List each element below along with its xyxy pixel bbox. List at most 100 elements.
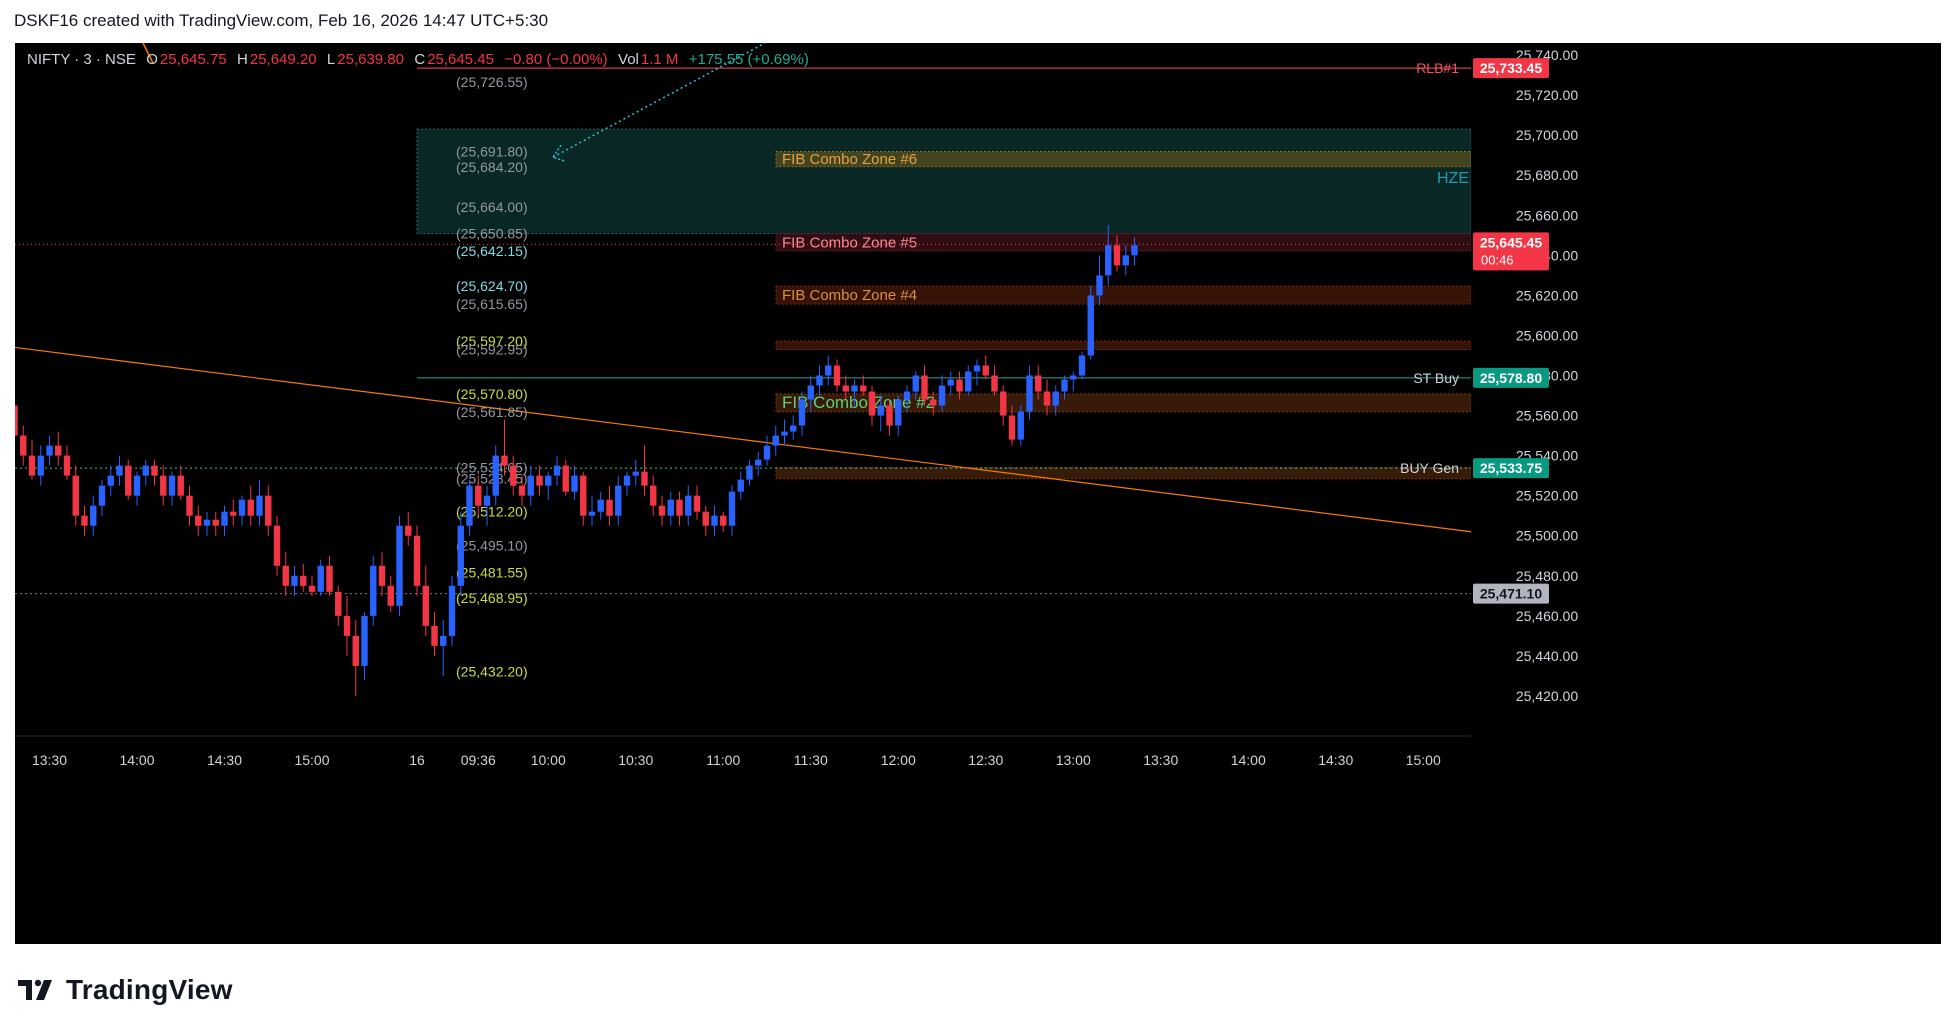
level-name-label: BUY Gen [1400, 460, 1459, 476]
candle-body [790, 425, 797, 432]
candle-body [728, 491, 736, 526]
candle-body [107, 475, 114, 486]
candle-body [238, 499, 246, 516]
candle-body [1122, 255, 1129, 266]
ohlc-legend: NIFTY · 3 · NSE O 25,645.75 H 25,649.20 L2… [27, 51, 811, 68]
symbol-label[interactable]: NIFTY · 3 · NSE [27, 51, 136, 68]
candle-body [63, 455, 71, 476]
candle-body [763, 445, 771, 460]
fib-zone-label: FIB Combo Zone #5 [782, 234, 917, 251]
candle-body [247, 499, 254, 516]
candle-body [352, 635, 359, 666]
candle-body [116, 465, 123, 476]
candle-body [133, 475, 141, 496]
x-tick-label: 13:30 [32, 752, 67, 768]
y-tick-label: 25,600.00 [1516, 327, 1578, 343]
candle-body [510, 465, 517, 486]
level-price-label: (25,570.80) [456, 386, 528, 402]
candle-body [965, 371, 972, 392]
y-tick-label: 25,620.00 [1516, 287, 1578, 303]
level-price-label: (25,592.95) [456, 342, 528, 358]
candle-body [1113, 245, 1121, 266]
candle-body [982, 365, 989, 376]
price-badge-label: 25,578.80 [1480, 370, 1542, 386]
open-value: 25,645.75 [159, 51, 227, 68]
candle-body [877, 405, 884, 416]
level-name-label: RLB#1 [1416, 60, 1459, 76]
hze-label: HZE [1437, 170, 1469, 187]
candle-body [203, 519, 211, 526]
y-tick-label: 25,500.00 [1516, 528, 1578, 544]
level-price-label: (25,495.10) [456, 538, 528, 554]
candle-body [431, 625, 438, 646]
level-price-label: (25,642.15) [456, 243, 528, 259]
x-tick-label: 14:30 [207, 752, 242, 768]
candle-body [370, 565, 377, 616]
candle-body [343, 615, 351, 636]
candle-body [1131, 245, 1138, 256]
candle-body [816, 375, 823, 386]
candle-body [186, 495, 193, 516]
level-price-label: (25,468.95) [456, 590, 528, 606]
candle-body [378, 565, 386, 586]
y-tick-label: 25,480.00 [1516, 568, 1578, 584]
candle-body [772, 435, 779, 446]
candle-body [912, 375, 919, 392]
candle-body [1061, 379, 1068, 392]
level-price-label: (25,726.55) [456, 74, 528, 90]
y-tick-label: 25,560.00 [1516, 408, 1578, 424]
open-key: O [146, 51, 158, 68]
price-chart[interactable]: HZE FIB Combo Zone #6 FIB Combo Zone #5 FIB… [15, 43, 1941, 944]
low-value: 25,639.80 [337, 51, 404, 68]
snapshot-caption: DSKF16 created with TradingView.com, Feb… [14, 11, 549, 30]
candle-body [300, 575, 307, 586]
candle-body [755, 459, 762, 466]
candle-body [720, 515, 727, 526]
level-price-label: (25,481.55) [456, 565, 528, 581]
y-tick-label: 25,680.00 [1516, 167, 1578, 183]
candle-body [1087, 295, 1094, 356]
volume-key: Vol [618, 51, 639, 68]
candle-body [938, 385, 946, 406]
candle-body [396, 525, 403, 606]
candle-body [553, 465, 561, 476]
x-tick-label: 13:30 [1143, 752, 1178, 768]
fib-zone-label: FIB Combo Zone #4 [782, 287, 917, 304]
candle-body [597, 499, 604, 512]
level-price-label: (25,684.20) [456, 159, 528, 175]
chart-panel[interactable]: HZE FIB Combo Zone #6 FIB Combo Zone #5 FIB… [15, 43, 1941, 944]
x-tick-label: 11:30 [794, 752, 828, 768]
x-tick-label: 15:00 [1406, 752, 1441, 768]
snapshot-header: DSKF16 created with TradingView.com, Feb… [0, 0, 1950, 43]
price-badge-label: 25,533.75 [1480, 460, 1542, 476]
candle-body [195, 515, 202, 526]
level-price-label: (25,691.80) [456, 144, 528, 160]
candle-body [895, 399, 902, 426]
candle-body [160, 475, 167, 496]
level-name-label: ST Buy [1413, 370, 1459, 386]
candle-body [641, 471, 648, 486]
candle-body [98, 485, 106, 506]
candle-body [886, 405, 893, 426]
candle-body [422, 585, 429, 626]
candle-body [151, 465, 158, 476]
candle-body [273, 525, 281, 566]
level-price-label: (25,561.85) [456, 404, 528, 420]
x-tick-label: 13:00 [1056, 752, 1091, 768]
candle-body [1008, 415, 1016, 440]
candle-body [545, 475, 552, 486]
candle-body [405, 525, 412, 536]
candle-body [335, 591, 342, 616]
candle-body [457, 525, 464, 586]
level-price-label: (25,432.20) [456, 664, 528, 680]
tradingview-logo[interactable]: TradingView [18, 974, 233, 1006]
level-price-label: (25,650.85) [456, 226, 528, 242]
candle-body [37, 455, 44, 476]
candle-body [807, 385, 814, 400]
candle-body [15, 405, 18, 436]
candle-body [448, 585, 456, 636]
candle-body [798, 399, 806, 426]
candle-body [580, 475, 587, 516]
candle-body [746, 465, 753, 480]
y-tick-label: 25,460.00 [1516, 608, 1578, 624]
